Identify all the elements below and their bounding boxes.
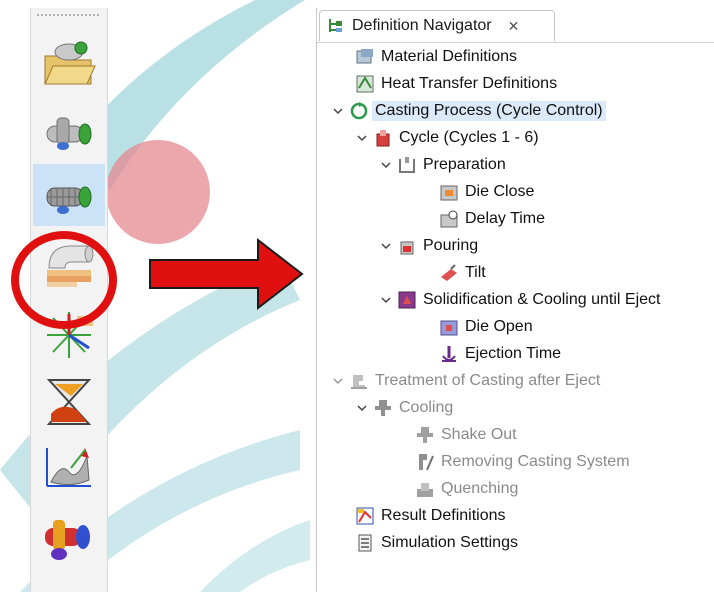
solidification-icon [397,290,417,310]
geometry-icon [46,117,92,150]
tree-item-delay-time[interactable]: Delay Time [439,206,545,232]
cooling-icon [373,398,393,418]
tree-item-removing-casting-system[interactable]: Removing Casting System [415,449,630,475]
tree-item-casting-process[interactable]: Casting Process (Cycle Control) [331,98,606,124]
shake-out-icon [415,425,435,445]
tree-item-die-close[interactable]: Die Close [439,179,534,205]
material-icon [355,47,375,67]
heat-transfer-icon [355,74,375,94]
die-close-icon [439,182,459,202]
open-project-icon [44,41,96,85]
close-icon[interactable]: ✕ [508,18,520,35]
simulation-run-button[interactable] [33,370,105,432]
results-surface-icon [46,448,91,487]
chevron-down-icon[interactable] [379,239,393,253]
toolbar-grip[interactable] [37,14,99,18]
treatment-icon [349,371,369,391]
tree-item-shake-out[interactable]: Shake Out [415,422,517,448]
preparation-icon [397,155,417,175]
simulation-settings-icon [355,533,375,553]
tree-item-cooling[interactable]: Cooling [355,395,453,421]
tree-icon [326,16,346,36]
callout-arrow [149,237,304,311]
tree-item-tilt[interactable]: Tilt [439,260,486,286]
results-surface-button[interactable] [33,438,105,500]
tree-item-die-open[interactable]: Die Open [439,314,533,340]
chevron-down-icon[interactable] [355,131,369,145]
mesh-button[interactable] [33,164,105,226]
ejection-time-icon [439,344,459,364]
tree-item-solidification[interactable]: Solidification & Cooling until Eject [379,287,660,313]
tree-item-heat-transfer-definitions[interactable]: Heat Transfer Definitions [355,71,557,97]
pouring-icon [397,236,417,256]
chevron-down-icon[interactable] [379,293,393,307]
tree-item-result-definitions[interactable]: Result Definitions [355,503,506,529]
panel-tabbar: Definition Navigator ✕ [317,8,714,43]
die-open-icon [439,317,459,337]
results-3d-button[interactable] [33,508,105,570]
highlight-circle [11,231,117,329]
chevron-down-icon[interactable] [379,158,393,172]
open-project-button[interactable] [33,30,105,92]
definition-navigator-panel: Definition Navigator ✕ Material Definiti… [316,8,714,592]
chevron-down-icon[interactable] [331,374,345,388]
tree-item-ejection-time[interactable]: Ejection Time [439,341,561,367]
tree-item-preparation[interactable]: Preparation [379,152,506,178]
tilt-icon [439,263,459,283]
cycle-icon [373,128,393,148]
tree-item-quenching[interactable]: Quenching [415,476,518,502]
panel-title: Definition Navigator [352,17,492,34]
results-3d-icon [45,520,90,560]
tree-item-material-definitions[interactable]: Material Definitions [355,44,517,70]
chevron-down-icon[interactable] [355,401,369,415]
result-definitions-icon [355,506,375,526]
mesh-icon [46,186,92,214]
chevron-down-icon[interactable] [331,104,345,118]
cycle-control-icon [349,101,369,121]
tab-definition-navigator[interactable]: Definition Navigator ✕ [319,10,555,41]
tree-item-cycle[interactable]: Cycle (Cycles 1 - 6) [355,125,539,151]
module-toolbar [11,8,117,592]
quenching-icon [415,479,435,499]
tree-item-pouring[interactable]: Pouring [379,233,478,259]
simulation-run-icon [46,379,92,425]
delay-time-icon [439,209,459,229]
tree-item-treatment[interactable]: Treatment of Casting after Eject [331,368,600,394]
tree-item-simulation-settings[interactable]: Simulation Settings [355,530,518,556]
removing-casting-icon [415,452,435,472]
geometry-button[interactable] [33,100,105,162]
